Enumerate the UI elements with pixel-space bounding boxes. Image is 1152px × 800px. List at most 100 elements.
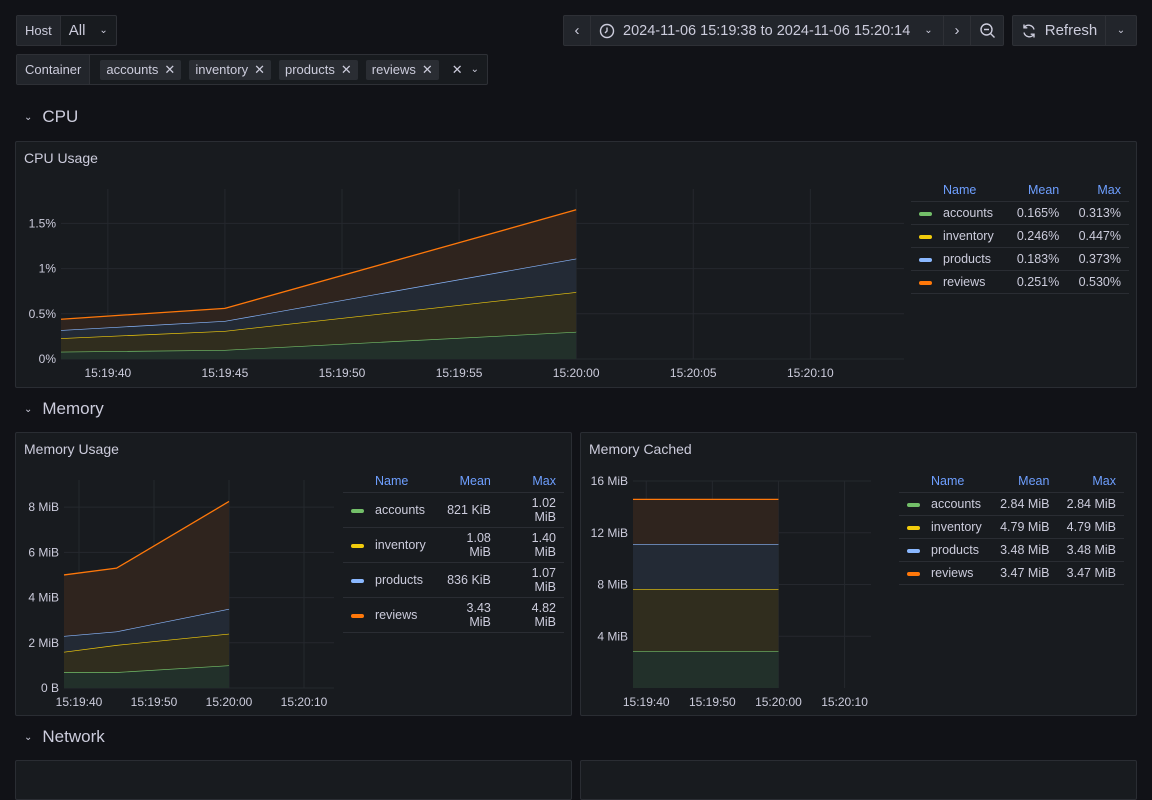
panel-memory-usage: Memory Usage 0 B2 MiB 4 MiB 6 MiB 8 MiB 15:1… — [15, 432, 572, 716]
remove-chip-icon[interactable]: ✕ — [422, 62, 433, 78]
legend-max-value: 4.79 MiB — [1057, 515, 1124, 539]
legend-header-max[interactable]: Max — [1067, 180, 1129, 202]
legend-max-value: 3.48 MiB — [1057, 538, 1124, 562]
x-tick-label: 15:19:40 — [56, 695, 103, 709]
legend-row-inventory[interactable]: inventory 4.79 MiB 4.79 MiB — [899, 515, 1124, 539]
legend-header-name[interactable]: Name — [367, 471, 434, 493]
legend-max-value: 0.447% — [1067, 224, 1129, 248]
legend-max-value: 3.47 MiB — [1057, 561, 1124, 585]
x-tick-label: 15:19:40 — [84, 366, 131, 380]
legend-series-name: products — [935, 247, 1006, 271]
legend-header-name[interactable]: Name — [935, 180, 1006, 202]
memory-usage-legend: Name Mean Max accounts 821 KiB 1.02 MiB invent… — [343, 471, 564, 633]
legend-max-value: 1.02 MiB — [498, 492, 564, 528]
time-picker-button[interactable]: 2024-11-06 15:19:38 to 2024-11-06 15:20:… — [590, 15, 944, 46]
legend-max-value: 0.313% — [1067, 201, 1129, 225]
panel-memory-cached: Memory Cached 4 MiB 8 MiB 12 MiB 16 MiB 15:1… — [580, 432, 1137, 716]
series-color-swatch — [351, 613, 364, 618]
legend-series-name: products — [923, 538, 991, 562]
legend-header-mean[interactable]: Mean — [1005, 180, 1068, 202]
container-chip-reviews: reviews ✕ — [365, 59, 439, 80]
x-tick-label: 15:20:10 — [281, 695, 328, 709]
clear-all-icon[interactable]: ✕ — [452, 62, 463, 78]
chevron-down-icon: ⌄ — [24, 731, 33, 743]
legend-header-name[interactable]: Name — [923, 471, 991, 493]
panel-network-1 — [15, 760, 572, 800]
zoom-out-icon — [979, 23, 995, 38]
legend-header-mean[interactable]: Mean — [990, 471, 1058, 493]
container-select[interactable]: accounts ✕ inventory ✕ products ✕ reviews ✕ … — [90, 55, 487, 84]
legend-series-name: accounts — [367, 492, 434, 528]
chevron-right-icon: › — [954, 22, 960, 39]
legend-header-mean[interactable]: Mean — [433, 471, 499, 493]
container-chip-accounts: accounts ✕ — [100, 59, 182, 80]
remove-chip-icon[interactable]: ✕ — [341, 62, 352, 78]
legend-max-value: 2.84 MiB — [1057, 492, 1124, 516]
legend-mean-value: 821 KiB — [433, 492, 499, 528]
refresh-button[interactable]: Refresh — [1012, 15, 1106, 46]
time-back-button[interactable]: ‹ — [563, 15, 591, 46]
legend-row-products[interactable]: products 0.183% 0.373% — [911, 247, 1129, 271]
legend-series-name: products — [367, 562, 434, 598]
legend-row-accounts[interactable]: accounts 2.84 MiB 2.84 MiB — [899, 492, 1124, 516]
legend-mean-value: 4.79 MiB — [990, 515, 1058, 539]
remove-chip-icon[interactable]: ✕ — [254, 62, 265, 78]
row-cpu[interactable]: ⌄ CPU — [24, 107, 78, 127]
legend-series-name: reviews — [923, 561, 991, 585]
x-tick-label: 15:20:00 — [755, 695, 802, 709]
container-chip-products: products ✕ — [278, 59, 358, 80]
y-tick-label: 0 B — [41, 681, 59, 695]
zoom-out-button[interactable] — [970, 15, 1004, 46]
x-tick-label: 15:19:50 — [319, 366, 366, 380]
legend-series-name: inventory — [367, 527, 434, 563]
series-color-swatch — [351, 578, 364, 583]
chevron-left-icon: ‹ — [574, 22, 580, 39]
legend-mean-value: 3.47 MiB — [990, 561, 1058, 585]
legend-header-max[interactable]: Max — [1057, 471, 1124, 493]
legend-row-accounts[interactable]: accounts 821 KiB 1.02 MiB — [343, 492, 564, 528]
legend-series-name: accounts — [923, 492, 991, 516]
x-tick-label: 15:19:40 — [623, 695, 670, 709]
y-tick-label: 1.5% — [29, 216, 57, 230]
series-color-swatch — [907, 548, 920, 553]
host-value: All — [68, 22, 86, 39]
refresh-interval-button[interactable]: ⌄ — [1105, 15, 1137, 46]
memory-usage-chart: 0 B 2 MiB 4 MiB 6 MiB 8 MiB 15:19:40 15:19:50 1… — [28, 480, 334, 709]
row-network[interactable]: ⌄ Network — [24, 727, 105, 747]
chevron-down-icon[interactable]: ⌄ — [471, 64, 479, 75]
series-color-swatch — [907, 525, 920, 530]
chevron-down-icon: ⌄ — [24, 111, 33, 123]
legend-row-reviews[interactable]: reviews 3.43 MiB 4.82 MiB — [343, 597, 564, 633]
chevron-down-icon: ⌄ — [24, 403, 33, 415]
series-color-swatch — [907, 571, 920, 576]
row-memory[interactable]: ⌄ Memory — [24, 399, 104, 419]
x-tick-label: 15:19:45 — [202, 366, 249, 380]
legend-header-max[interactable]: Max — [498, 471, 564, 493]
container-variable: Container accounts ✕ inventory ✕ products ✕… — [16, 54, 488, 85]
y-tick-label: 8 MiB — [597, 578, 628, 592]
legend-row-products[interactable]: products 836 KiB 1.07 MiB — [343, 562, 564, 598]
panel-cpu-usage: CPU Usage 0% 0.5% 1% 1.5% 15:19:40 15:19:45 15… — [15, 141, 1137, 388]
host-select[interactable]: All ⌄ — [61, 16, 116, 45]
remove-chip-icon[interactable]: ✕ — [164, 62, 175, 78]
legend-mean-value: 0.246% — [1005, 224, 1068, 248]
y-tick-label: 6 MiB — [28, 545, 59, 559]
legend-series-name: reviews — [935, 270, 1006, 294]
legend-row-inventory[interactable]: inventory 0.246% 0.447% — [911, 224, 1129, 248]
x-tick-label: 15:20:10 — [821, 695, 868, 709]
host-label: Host — [17, 16, 61, 45]
legend-row-reviews[interactable]: reviews 0.251% 0.530% — [911, 270, 1129, 294]
y-tick-label: 16 MiB — [591, 474, 628, 488]
legend-series-name: reviews — [367, 597, 434, 633]
legend-row-reviews[interactable]: reviews 3.47 MiB 3.47 MiB — [899, 561, 1124, 585]
time-forward-button[interactable]: › — [943, 15, 971, 46]
legend-row-products[interactable]: products 3.48 MiB 3.48 MiB — [899, 538, 1124, 562]
legend-row-accounts[interactable]: accounts 0.165% 0.313% — [911, 201, 1129, 225]
cpu-usage-chart: 0% 0.5% 1% 1.5% 15:19:40 15:19:45 15:19:50 15:1… — [29, 189, 904, 380]
legend-mean-value: 3.48 MiB — [990, 538, 1058, 562]
legend-row-inventory[interactable]: inventory 1.08 MiB 1.40 MiB — [343, 527, 564, 563]
refresh-label: Refresh — [1044, 22, 1098, 39]
clock-icon — [599, 23, 615, 38]
series-color-swatch — [907, 502, 920, 507]
y-tick-label: 1% — [39, 262, 57, 276]
